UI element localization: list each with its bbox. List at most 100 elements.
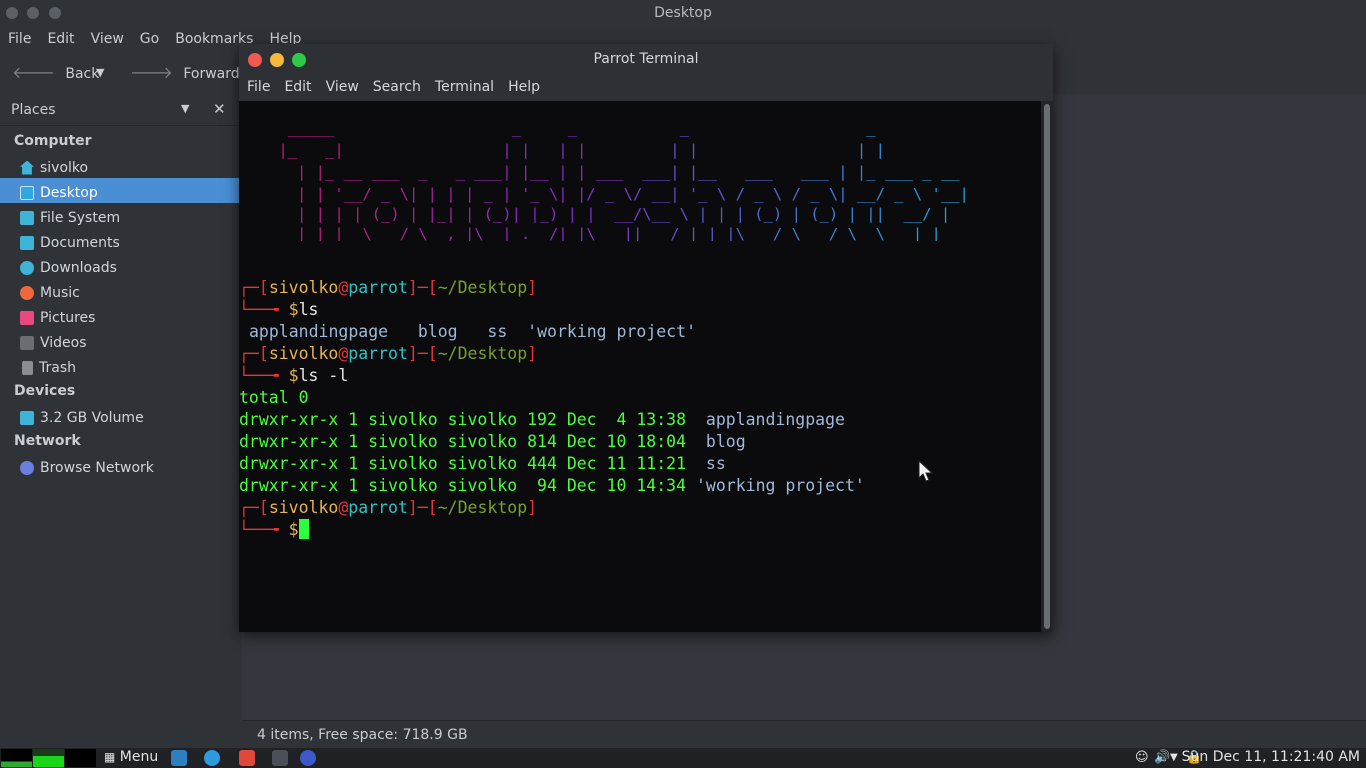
banner-line-4: | | '__/ _ \| | | | _ | '_ \| |/ _ \/ __… [269, 185, 969, 203]
sidebar-item-label: Documents [40, 234, 120, 251]
command-line: └──╼ $ls [239, 300, 319, 319]
sidebar-item-downloads[interactable]: Downloads [0, 253, 240, 278]
chevron-down-icon[interactable]: ▼ [181, 102, 189, 115]
sidebar-item-file-system[interactable]: File System [0, 203, 240, 228]
terminal-title: Parrot Terminal [593, 51, 699, 67]
text-editor-icon[interactable] [239, 750, 255, 766]
mouse-pointer-icon [918, 460, 934, 482]
places-header: Places ▼ ✕ [0, 94, 240, 126]
terminal-window[interactable]: Parrot Terminal File Edit View Search Te… [239, 44, 1053, 632]
prompt-host: parrot [348, 278, 408, 297]
terminal-icon[interactable] [272, 750, 288, 766]
banner-line-3: | |_ __ ___ _ _ ___| |__ | | ___ ___| |_… [269, 163, 960, 181]
listing-row: drwxr-xr-x 1 sivolko sivolko 444 Dec 11 … [239, 453, 726, 475]
command-line[interactable]: └──╼ $ [239, 519, 309, 541]
sidebar-item-trash[interactable]: Trash [0, 353, 240, 378]
sidebar-item-music[interactable]: Music [0, 278, 240, 303]
music-icon [20, 285, 34, 300]
fm-menu-view[interactable]: View [83, 28, 132, 52]
back-button[interactable]: 🡐 Back [12, 62, 99, 82]
start-menu-button[interactable]: ▦ Menu [104, 749, 158, 765]
places-label[interactable]: Places [11, 102, 56, 118]
fm-menu-file[interactable]: File [0, 28, 39, 52]
listing-row: drwxr-xr-x 1 sivolko sivolko 192 Dec 4 1… [239, 409, 845, 431]
prompt-host: parrot [348, 498, 408, 517]
listing-row: drwxr-xr-x 1 sivolko sivolko 814 Dec 10 … [239, 431, 746, 453]
ls-output: applandingpage blog ss 'working project' [249, 322, 697, 341]
prompt-symbol: $ [288, 520, 299, 539]
fm-titlebar: Desktop [0, 0, 1366, 28]
term-menu-view[interactable]: View [318, 76, 359, 101]
text-cursor [298, 519, 309, 539]
prompt-user: sivolko [268, 344, 339, 363]
section-computer: Computer [14, 133, 92, 149]
vscode-icon[interactable] [300, 750, 316, 766]
pictures-icon [20, 310, 34, 325]
listing-row: drwxr-xr-x 1 sivolko sivolko 94 Dec 10 1… [239, 475, 865, 497]
prompt-host: parrot [348, 344, 408, 363]
sidebar-item-volume[interactable]: 3.2 GB Volume [0, 403, 240, 428]
sidebar-item-label: Downloads [40, 259, 117, 276]
listing-perm: drwxr-xr-x 1 sivolko sivolko 814 Dec 10 … [239, 432, 706, 451]
listing-name: blog [705, 432, 746, 451]
sidebar-item-videos[interactable]: Videos [0, 328, 240, 353]
discord-icon[interactable]: ☺ [1135, 750, 1149, 765]
section-devices: Devices [14, 383, 76, 399]
term-menu-file[interactable]: File [239, 76, 270, 101]
term-menu-help[interactable]: Help [500, 76, 540, 101]
prompt-line: ┌─[sivolko@parrot]─[~/Desktop] [239, 344, 538, 363]
sidebar-item-label: Videos [40, 334, 87, 351]
prompt-symbol: $ [288, 366, 299, 385]
ascii-banner: _____ _ _ _ _ |_ _| | | | | | | | | | |_… [269, 119, 969, 241]
command-text: ls [298, 300, 319, 319]
sidebar-item-home[interactable]: sivolko [0, 153, 240, 178]
show-desktop-icon[interactable] [171, 750, 187, 766]
listing-perm: drwxr-xr-x 1 sivolko sivolko 444 Dec 11 … [239, 454, 706, 473]
prompt-at: @ [338, 344, 349, 363]
banner-line-6: |_|_| \___/ \__,_|\__|_.__/|_|\___||___/… [269, 225, 941, 241]
term-menu-search[interactable]: Search [365, 76, 421, 101]
trash-icon [22, 360, 33, 375]
taskbar: ▦ Menu ☺ 🔊 ▼ 🔒 Sun Dec 11, 11:21:40 AM [0, 748, 1366, 768]
fm-menu-edit[interactable]: Edit [39, 28, 82, 52]
history-dropdown-icon[interactable]: ▼ [96, 66, 104, 79]
sidebar-item-desktop[interactable]: Desktop [0, 178, 240, 203]
prompt-dir: ~/Desktop [437, 278, 528, 297]
term-menu-edit[interactable]: Edit [276, 76, 311, 101]
listing-name: ss [705, 454, 726, 473]
fm-toolbar: 🡐 Back ▼ 🡒 Forward [0, 56, 240, 88]
listing-perm: drwxr-xr-x 1 sivolko sivolko 94 Dec 10 1… [239, 476, 696, 495]
volume-icon[interactable]: 🔊 [1154, 750, 1170, 765]
clock[interactable]: Sun Dec 11, 11:21:40 AM [1182, 749, 1360, 765]
menu-label: Menu [119, 749, 159, 765]
arrow-right-icon: 🡒 [130, 63, 173, 82]
grid-icon: ▦ [104, 750, 116, 764]
terminal-menubar: File Edit View Search Terminal Help [239, 76, 1053, 101]
download-icon [20, 260, 34, 275]
cpu-monitor-icon [1, 749, 32, 767]
desktop-icon [20, 185, 34, 200]
total-line: total 0 [239, 388, 309, 407]
arrow-left-icon: 🡐 [12, 63, 55, 82]
fm-menu-go[interactable]: Go [132, 28, 167, 52]
folder-icon [20, 235, 34, 250]
network-icon [20, 460, 34, 475]
wifi-icon[interactable]: ▼ [1170, 752, 1178, 763]
terminal-scrollbar-thumb[interactable] [1044, 104, 1050, 629]
terminal-titlebar[interactable]: Parrot Terminal [239, 44, 1053, 76]
sidebar-item-browse-network[interactable]: Browse Network [0, 453, 240, 478]
banner-line-2: |_ _| | | | | | | | | [269, 141, 932, 159]
network-monitor-icon [65, 749, 96, 767]
browser-icon[interactable] [204, 750, 220, 766]
term-menu-terminal[interactable]: Terminal [427, 76, 494, 101]
prompt-at: @ [338, 278, 349, 297]
terminal-output[interactable]: _____ _ _ _ _ |_ _| | | | | | | | | | |_… [239, 101, 1041, 632]
forward-button[interactable]: 🡒 Forward [130, 62, 240, 82]
fm-window-title: Desktop [654, 5, 712, 21]
memory-monitor-icon [33, 749, 64, 767]
prompt-symbol: $ [288, 300, 299, 319]
listing-name: 'working project' [695, 476, 865, 495]
sidebar-item-documents[interactable]: Documents [0, 228, 240, 253]
sidebar-item-pictures[interactable]: Pictures [0, 303, 240, 328]
close-icon[interactable]: ✕ [213, 100, 226, 118]
